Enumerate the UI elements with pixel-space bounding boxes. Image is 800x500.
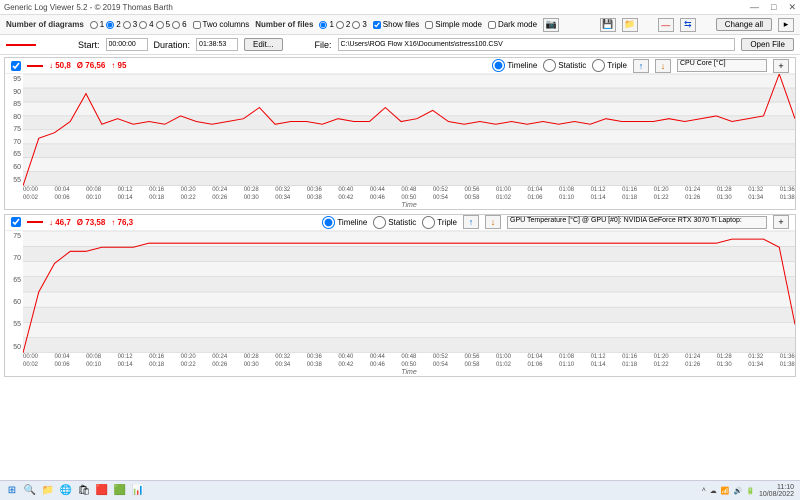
duration-label: Duration: <box>154 40 191 50</box>
stat-low: ↓ 50,8 <box>49 61 71 70</box>
store-icon[interactable]: 🛍 <box>78 485 90 497</box>
chart-box-cpu: ↓ 50,8 Ø 76,56 ↑ 95 Timeline Statistic T… <box>4 57 796 210</box>
diagrams-label: Number of diagrams <box>6 20 84 29</box>
edge-icon[interactable]: 🌐 <box>60 485 72 497</box>
diag-opt-4[interactable] <box>139 21 147 29</box>
dark-mode-check[interactable] <box>488 21 496 29</box>
two-columns-check[interactable] <box>193 21 201 29</box>
app-icon[interactable]: 🟩 <box>114 485 126 497</box>
app-icon[interactable]: 🟥 <box>96 485 108 497</box>
legend-swatch <box>27 65 43 67</box>
open-file-button[interactable]: Open File <box>741 38 794 51</box>
explorer-icon[interactable]: 📁 <box>42 485 54 497</box>
system-tray[interactable]: ˄ ☁ 📶 🔊 🔋 11:10 10/08/2022 <box>702 484 794 498</box>
taskbar[interactable]: ⊞ 🔍 📁 🌐 🛍 🟥 🟩 📊 ˄ ☁ 📶 🔊 🔋 11:10 10/08/20… <box>0 480 800 500</box>
app-icon[interactable]: 📊 <box>132 485 144 497</box>
view-timeline-radio[interactable] <box>322 216 335 229</box>
show-files-check[interactable] <box>373 21 381 29</box>
yaxis-cpu: 959085807570656055 <box>5 74 23 186</box>
clock-date[interactable]: 10/08/2022 <box>759 491 794 498</box>
file-path-input[interactable] <box>338 38 736 51</box>
legend-swatch <box>27 221 43 223</box>
files-label: Number of files <box>255 20 313 29</box>
settings-arrow-icon[interactable]: ▸ <box>778 18 794 32</box>
files-opt-2[interactable] <box>336 21 344 29</box>
files-opt-3[interactable] <box>352 21 360 29</box>
series-color-swatch[interactable] <box>6 44 36 46</box>
maximize-icon[interactable]: □ <box>771 2 776 13</box>
stat-high: ↑ 95 <box>111 61 126 70</box>
diag-opt-5[interactable] <box>156 21 164 29</box>
stat-high: ↑ 76,3 <box>111 218 133 227</box>
tray-chevron-icon[interactable]: ˄ <box>702 487 706 494</box>
series-enable-check[interactable] <box>11 61 21 71</box>
zoom-reset-icon[interactable]: ⇆ <box>680 18 696 32</box>
view-statistic-radio[interactable] <box>543 59 556 72</box>
clock-time[interactable]: 11:10 <box>759 484 794 491</box>
edit-button[interactable]: Edit... <box>244 38 282 51</box>
folder-icon[interactable]: 📁 <box>622 18 638 32</box>
files-opt-1[interactable] <box>319 21 327 29</box>
up-arrow-icon[interactable]: ↑ <box>463 215 479 229</box>
camera-icon[interactable]: 📷 <box>543 18 559 32</box>
battery-icon[interactable]: 🔋 <box>746 487 755 495</box>
windows-start-icon[interactable]: ⊞ <box>6 485 18 497</box>
down-arrow-icon[interactable]: ↓ <box>485 215 501 229</box>
titlebar: Generic Log Viewer 5.2 - © 2019 Thomas B… <box>0 0 800 15</box>
duration-input[interactable] <box>196 38 238 51</box>
view-triple-radio[interactable] <box>592 59 605 72</box>
diag-opt-2[interactable] <box>106 21 114 29</box>
plot-gpu[interactable] <box>23 231 795 353</box>
series-enable-check[interactable] <box>11 217 21 227</box>
down-arrow-icon[interactable]: ↓ <box>655 59 671 73</box>
change-all-button[interactable]: Change all <box>716 18 772 31</box>
close-icon[interactable]: ✕ <box>788 2 796 13</box>
plus-icon[interactable]: + <box>773 59 789 73</box>
wifi-icon[interactable]: 📶 <box>721 487 730 495</box>
up-arrow-icon[interactable]: ↑ <box>633 59 649 73</box>
start-input[interactable] <box>106 38 148 51</box>
cloud-icon[interactable]: ☁ <box>710 487 717 495</box>
start-label: Start: <box>78 40 100 50</box>
file-row: Start: Duration: Edit... File: Open File <box>0 35 800 55</box>
xaxis-gpu: 00:0000:0400:0800:1200:1600:2000:2400:28… <box>23 353 795 376</box>
save-icon[interactable]: 💾 <box>600 18 616 32</box>
main-toolbar: Number of diagrams 1 2 3 4 5 6 Two colum… <box>0 15 800 35</box>
chart-area: ↓ 50,8 Ø 76,56 ↑ 95 Timeline Statistic T… <box>0 55 800 383</box>
metric-select[interactable]: CPU Core [°C] <box>677 59 767 72</box>
metric-select[interactable]: GPU Temperature [°C] @ GPU [#0]: NVIDIA … <box>507 216 767 229</box>
diagrams-radio-group: 1 2 3 4 5 6 <box>90 20 187 29</box>
view-triple-radio[interactable] <box>422 216 435 229</box>
diag-opt-1[interactable] <box>90 21 98 29</box>
chart-header-cpu: ↓ 50,8 Ø 76,56 ↑ 95 Timeline Statistic T… <box>5 58 795 74</box>
minimize-icon[interactable]: — <box>750 2 759 13</box>
file-label: File: <box>315 40 332 50</box>
plot-cpu[interactable] <box>23 74 795 186</box>
chart-box-gpu: ↓ 46,7 Ø 73,58 ↑ 76,3 Timeline Statistic… <box>4 214 796 377</box>
volume-icon[interactable]: 🔊 <box>734 487 743 495</box>
view-timeline-radio[interactable] <box>492 59 505 72</box>
simple-mode-check[interactable] <box>425 21 433 29</box>
window-title: Generic Log Viewer 5.2 - © 2019 Thomas B… <box>4 3 750 12</box>
xaxis-cpu: 00:0000:0400:0800:1200:1600:2000:2400:28… <box>23 186 795 209</box>
plus-icon[interactable]: + <box>773 215 789 229</box>
stat-avg: Ø 73,58 <box>77 218 105 227</box>
stat-low: ↓ 46,7 <box>49 218 71 227</box>
zoom-out-icon[interactable]: — <box>658 18 674 32</box>
diag-opt-6[interactable] <box>172 21 180 29</box>
files-radio-group: 1 2 3 <box>319 20 366 29</box>
chart-header-gpu: ↓ 46,7 Ø 73,58 ↑ 76,3 Timeline Statistic… <box>5 215 795 231</box>
diag-opt-3[interactable] <box>123 21 131 29</box>
yaxis-gpu: 757065605550 <box>5 231 23 353</box>
view-statistic-radio[interactable] <box>373 216 386 229</box>
search-icon[interactable]: 🔍 <box>24 485 36 497</box>
window-controls: — □ ✕ <box>750 2 796 13</box>
stat-avg: Ø 76,56 <box>77 61 105 70</box>
